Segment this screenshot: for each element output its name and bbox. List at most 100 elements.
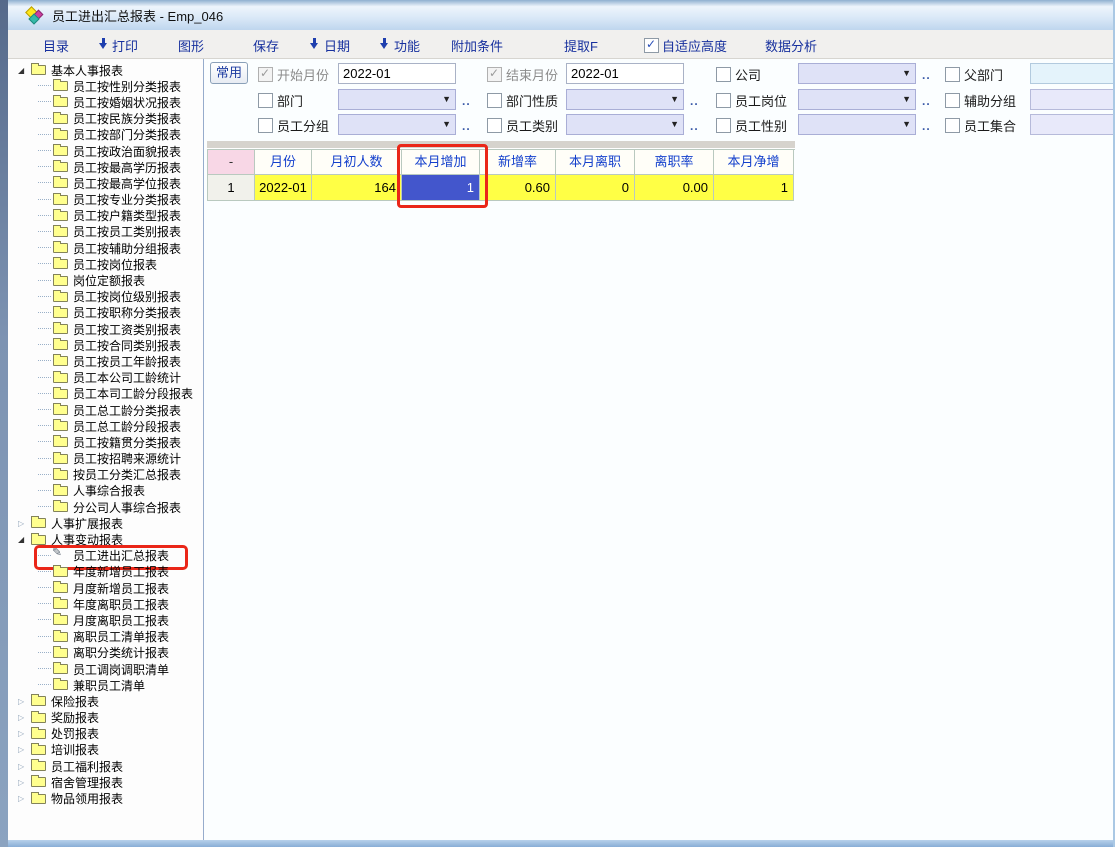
tree-item[interactable]: 员工总工龄分类报表 — [8, 402, 203, 418]
header-cell-month[interactable]: 月份 — [255, 150, 312, 175]
tree-expand-icon[interactable] — [18, 729, 31, 738]
tree-item[interactable]: 月度新增员工报表 — [8, 580, 203, 596]
header-cell-leave-rate[interactable]: 离职率 — [635, 150, 714, 175]
tree-item[interactable]: 离职分类统计报表 — [8, 645, 203, 661]
tree-item-label[interactable]: 员工按最高学历报表 — [73, 159, 181, 176]
tree-item-label[interactable]: 员工按部门分类报表 — [73, 126, 181, 143]
menu-function[interactable]: 功能 — [394, 36, 420, 55]
dept-checkbox[interactable] — [258, 93, 273, 108]
header-cell-begin-count[interactable]: 月初人数 — [312, 150, 402, 175]
menu-extra-condition[interactable]: 附加条件 — [451, 36, 503, 55]
data-cell-leave-rate[interactable]: 0.00 — [635, 175, 714, 201]
tree-item-label[interactable]: 员工按合同类别报表 — [73, 337, 181, 354]
emp-gender-dropdown[interactable]: ▼ — [798, 114, 916, 135]
data-cell-month-added-selected[interactable]: 1 — [402, 175, 480, 201]
tree-item-label[interactable]: 处罚报表 — [51, 725, 99, 742]
tree-expand-icon[interactable] — [18, 519, 31, 528]
tree-item[interactable]: 物品领用报表 — [8, 790, 203, 806]
emp-post-dropdown[interactable]: ▼ — [798, 89, 916, 110]
tree-item[interactable]: 员工本公司工龄统计 — [8, 370, 203, 386]
data-cell-add-rate[interactable]: 0.60 — [480, 175, 556, 201]
menu-date[interactable]: 日期 — [324, 36, 350, 55]
tree-item-label[interactable]: 员工本司工龄分段报表 — [73, 385, 193, 402]
tree-item[interactable]: 兼职员工清单 — [8, 677, 203, 693]
tree-item-label[interactable]: 员工按婚姻状况报表 — [73, 94, 181, 111]
tree-item[interactable]: 按员工分类汇总报表 — [8, 467, 203, 483]
tree-item[interactable]: 年度新增员工报表 — [8, 564, 203, 580]
tree-item-label[interactable]: 岗位定额报表 — [73, 272, 145, 289]
tree-expand-icon[interactable] — [18, 713, 31, 722]
end-month-checkbox[interactable] — [487, 67, 502, 82]
tree-item-label[interactable]: 员工按最高学位报表 — [73, 175, 181, 192]
tree-item[interactable]: 员工按民族分类报表 — [8, 111, 203, 127]
tree-item[interactable]: 员工按政治面貌报表 — [8, 143, 203, 159]
emp-gender-checkbox[interactable] — [716, 118, 731, 133]
tree-item-label[interactable]: 员工进出汇总报表 — [73, 547, 169, 564]
tree-item[interactable]: 员工按职称分类报表 — [8, 305, 203, 321]
header-cell-month-added[interactable]: 本月增加 — [402, 150, 480, 175]
tree-expand-icon[interactable] — [18, 745, 31, 754]
dept-nature-browse-dots[interactable]: .. — [690, 94, 699, 108]
tree-item-label[interactable]: 物品领用报表 — [51, 790, 123, 807]
tree-item[interactable]: 离职员工清单报表 — [8, 629, 203, 645]
aux-group-checkbox[interactable] — [945, 93, 960, 108]
tree-item[interactable]: 培训报表 — [8, 742, 203, 758]
tree-item-label[interactable]: 员工按职称分类报表 — [73, 304, 181, 321]
tree-item[interactable]: 宿舍管理报表 — [8, 774, 203, 790]
tree-item[interactable]: 员工按辅助分组报表 — [8, 240, 203, 256]
tree-item[interactable]: 人事扩展报表 — [8, 515, 203, 531]
tree-item-label[interactable]: 月度离职员工报表 — [73, 612, 169, 629]
tree-item-label[interactable]: 按员工分类汇总报表 — [73, 466, 181, 483]
tree-item[interactable]: 年度离职员工报表 — [8, 596, 203, 612]
company-dropdown[interactable]: ▼ — [798, 63, 916, 84]
tree-expand-icon[interactable] — [18, 794, 31, 803]
dept-dropdown[interactable]: ▼ — [338, 89, 456, 110]
autofit-checkbox[interactable] — [644, 38, 659, 53]
tree-item[interactable]: 员工按合同类别报表 — [8, 337, 203, 353]
header-cell-month-left[interactable]: 本月离职 — [556, 150, 635, 175]
data-cell-net-increase[interactable]: 1 — [714, 175, 794, 201]
tree-item-label[interactable]: 员工按工资类别报表 — [73, 321, 181, 338]
menu-data-analysis[interactable]: 数据分析 — [765, 36, 817, 55]
header-cell-add-rate[interactable]: 新增率 — [480, 150, 556, 175]
tree-item[interactable]: 员工按员工类别报表 — [8, 224, 203, 240]
menu-save[interactable]: 保存 — [253, 36, 279, 55]
data-cell-month-left[interactable]: 0 — [556, 175, 635, 201]
tree-item-label[interactable]: 年度新增员工报表 — [73, 563, 169, 580]
tree-item[interactable]: 员工按户籍类型报表 — [8, 208, 203, 224]
aux-group-field[interactable] — [1030, 89, 1115, 110]
tree-item[interactable]: 员工按员工年龄报表 — [8, 353, 203, 369]
tree-item-label[interactable]: 离职分类统计报表 — [73, 644, 169, 661]
tree-expand-icon[interactable] — [18, 762, 31, 771]
tree-item-label[interactable]: 宿舍管理报表 — [51, 774, 123, 791]
tree-item[interactable]: 基本人事报表 — [8, 62, 203, 78]
tree-item-label[interactable]: 员工总工龄分类报表 — [73, 402, 181, 419]
dept-nature-checkbox[interactable] — [487, 93, 502, 108]
tree-item[interactable]: 员工进出汇总报表 — [8, 548, 203, 564]
tree-item[interactable]: 人事综合报表 — [8, 483, 203, 499]
tree-item[interactable]: 岗位定额报表 — [8, 272, 203, 288]
tree-item-label[interactable]: 分公司人事综合报表 — [73, 499, 181, 516]
tree-item[interactable]: 奖励报表 — [8, 710, 203, 726]
emp-post-checkbox[interactable] — [716, 93, 731, 108]
emp-category-checkbox[interactable] — [487, 118, 502, 133]
tree-item[interactable]: 员工按最高学位报表 — [8, 175, 203, 191]
tree-item-label[interactable]: 离职员工清单报表 — [73, 628, 169, 645]
tree-item-label[interactable]: 员工福利报表 — [51, 758, 123, 775]
tree-item-label[interactable]: 员工按民族分类报表 — [73, 110, 181, 127]
tree-item-label[interactable]: 年度离职员工报表 — [73, 596, 169, 613]
menu-print[interactable]: 打印 — [112, 36, 138, 55]
tree-item-label[interactable]: 员工按员工年龄报表 — [73, 353, 181, 370]
tree-item-label[interactable]: 员工按岗位报表 — [73, 256, 157, 273]
tree-item[interactable]: 员工本司工龄分段报表 — [8, 386, 203, 402]
tree-item[interactable]: 人事变动报表 — [8, 531, 203, 547]
tree-item[interactable]: 员工按部门分类报表 — [8, 127, 203, 143]
end-month-input[interactable] — [566, 63, 684, 84]
tree-item[interactable]: 处罚报表 — [8, 726, 203, 742]
tree-expand-icon[interactable] — [18, 535, 31, 544]
parent-dept-field[interactable] — [1030, 63, 1115, 84]
tree-expand-icon[interactable] — [18, 697, 31, 706]
tree-expand-icon[interactable] — [18, 778, 31, 787]
tree-item-label[interactable]: 员工按户籍类型报表 — [73, 207, 181, 224]
tree-item-label[interactable]: 兼职员工清单 — [73, 677, 145, 694]
